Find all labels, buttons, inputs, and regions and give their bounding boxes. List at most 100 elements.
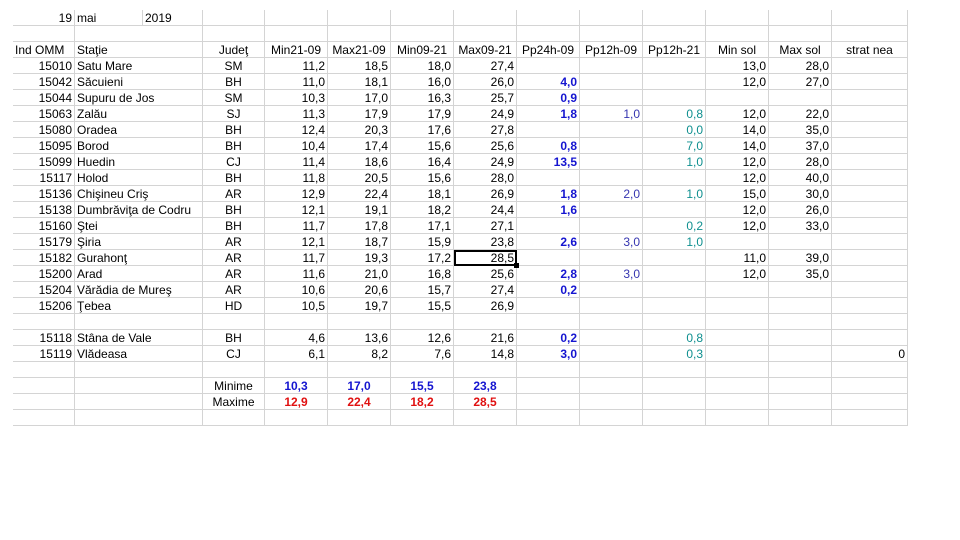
cell-judet[interactable]	[203, 314, 265, 330]
cell[interactable]	[454, 26, 517, 42]
cell-pp12h-09[interactable]: 3,0	[580, 266, 643, 282]
cell-pp12h-21[interactable]	[643, 250, 706, 266]
cell-ind-omm[interactable]: 15200	[13, 266, 75, 282]
cell-pp24h-09[interactable]	[517, 170, 580, 186]
cell-max21-09[interactable]: 17,0	[328, 90, 391, 106]
summary-value[interactable]: 10,3	[265, 378, 328, 394]
cell[interactable]	[75, 362, 203, 378]
cell-max21-09[interactable]	[328, 314, 391, 330]
cell-strat-nea[interactable]: 0	[832, 346, 908, 362]
cell-min-sol[interactable]: 15,0	[706, 186, 769, 202]
cell-pp12h-21[interactable]	[643, 314, 706, 330]
cell-judet[interactable]: SJ	[203, 106, 265, 122]
cell-statie[interactable]: Supuru de Jos	[75, 90, 203, 106]
cell-strat-nea[interactable]	[832, 218, 908, 234]
cell-max-sol[interactable]: 28,0	[769, 154, 832, 170]
cell-min09-21[interactable]: 16,8	[391, 266, 454, 282]
cell[interactable]	[580, 10, 643, 26]
cell[interactable]	[391, 26, 454, 42]
cell[interactable]	[75, 410, 203, 426]
cell[interactable]	[832, 26, 908, 42]
cell-ind-omm[interactable]: 15138	[13, 202, 75, 218]
cell-pp12h-21[interactable]: 1,0	[643, 154, 706, 170]
cell-max-sol[interactable]	[769, 90, 832, 106]
cell[interactable]	[265, 362, 328, 378]
cell-max-sol[interactable]	[769, 314, 832, 330]
cell-min21-09[interactable]: 12,4	[265, 122, 328, 138]
cell-max09-21[interactable]: 27,4	[454, 282, 517, 298]
cell-judet[interactable]: AR	[203, 250, 265, 266]
cell-pp12h-09[interactable]	[580, 250, 643, 266]
cell-pp12h-09[interactable]: 1,0	[580, 106, 643, 122]
cell-max21-09[interactable]: 18,6	[328, 154, 391, 170]
cell-strat-nea[interactable]	[832, 314, 908, 330]
cell-min09-21[interactable]: 17,6	[391, 122, 454, 138]
cell-statie[interactable]: Chişineu Criş	[75, 186, 203, 202]
cell-min09-21[interactable]: 18,0	[391, 58, 454, 74]
cell-max09-21[interactable]: 24,4	[454, 202, 517, 218]
cell[interactable]	[769, 362, 832, 378]
cell-statie[interactable]: Gurahonţ	[75, 250, 203, 266]
cell[interactable]	[13, 26, 75, 42]
cell-strat-nea[interactable]	[832, 234, 908, 250]
cell-min21-09[interactable]: 11,0	[265, 74, 328, 90]
cell-min21-09[interactable]: 12,9	[265, 186, 328, 202]
cell-pp12h-21[interactable]	[643, 202, 706, 218]
cell-min09-21[interactable]: 15,5	[391, 298, 454, 314]
cell-judet[interactable]: BH	[203, 330, 265, 346]
cell-statie[interactable]: Ţebea	[75, 298, 203, 314]
cell-max-sol[interactable]: 26,0	[769, 202, 832, 218]
cell-min09-21[interactable]: 15,9	[391, 234, 454, 250]
cell-pp12h-21[interactable]: 0,2	[643, 218, 706, 234]
header-pp12h-21[interactable]: Pp12h-21	[643, 42, 706, 58]
cell-max09-21[interactable]: 14,8	[454, 346, 517, 362]
cell-pp12h-09[interactable]	[580, 90, 643, 106]
cell-pp24h-09[interactable]: 13,5	[517, 154, 580, 170]
cell-min21-09[interactable]: 11,8	[265, 170, 328, 186]
cell-max21-09[interactable]: 20,3	[328, 122, 391, 138]
cell-statie[interactable]: Stâna de Vale	[75, 330, 203, 346]
cell-max-sol[interactable]: 39,0	[769, 250, 832, 266]
cell-ind-omm[interactable]: 15042	[13, 74, 75, 90]
cell-pp24h-09[interactable]: 0,2	[517, 282, 580, 298]
cell-min-sol[interactable]	[706, 234, 769, 250]
cell-judet[interactable]: BH	[203, 122, 265, 138]
cell-pp12h-21[interactable]: 1,0	[643, 234, 706, 250]
cell[interactable]	[832, 410, 908, 426]
cell-strat-nea[interactable]	[832, 266, 908, 282]
header-max21-09[interactable]: Max21-09	[328, 42, 391, 58]
cell-pp12h-21[interactable]	[643, 298, 706, 314]
cell-strat-nea[interactable]	[832, 250, 908, 266]
header-min21-09[interactable]: Min21-09	[265, 42, 328, 58]
summary-value[interactable]: 18,2	[391, 394, 454, 410]
cell-max09-21[interactable]: 24,9	[454, 106, 517, 122]
cell-pp24h-09[interactable]: 2,8	[517, 266, 580, 282]
cell-min-sol[interactable]	[706, 314, 769, 330]
cell-pp12h-09[interactable]	[580, 330, 643, 346]
cell-min21-09[interactable]: 6,1	[265, 346, 328, 362]
cell-pp12h-21[interactable]	[643, 74, 706, 90]
cell-min21-09[interactable]: 11,6	[265, 266, 328, 282]
cell-pp12h-21[interactable]	[643, 170, 706, 186]
cell-min-sol[interactable]: 12,0	[706, 202, 769, 218]
cell-judet[interactable]: SM	[203, 90, 265, 106]
cell-judet[interactable]: HD	[203, 298, 265, 314]
cell-min21-09[interactable]: 11,3	[265, 106, 328, 122]
cell-max-sol[interactable]: 33,0	[769, 218, 832, 234]
cell-min-sol[interactable]: 14,0	[706, 122, 769, 138]
cell[interactable]	[391, 410, 454, 426]
cell-strat-nea[interactable]	[832, 154, 908, 170]
cell-max21-09[interactable]: 8,2	[328, 346, 391, 362]
cell-max-sol[interactable]	[769, 346, 832, 362]
cell-min21-09[interactable]: 10,4	[265, 138, 328, 154]
cell[interactable]	[643, 26, 706, 42]
cell[interactable]	[580, 394, 643, 410]
cell-min09-21[interactable]: 12,6	[391, 330, 454, 346]
cell-strat-nea[interactable]	[832, 138, 908, 154]
cell-pp12h-09[interactable]	[580, 202, 643, 218]
cell-pp12h-09[interactable]	[580, 346, 643, 362]
cell-judet[interactable]: BH	[203, 138, 265, 154]
cell-pp12h-09[interactable]	[580, 122, 643, 138]
header-statie[interactable]: Staţie	[75, 42, 203, 58]
cell-max-sol[interactable]	[769, 330, 832, 346]
